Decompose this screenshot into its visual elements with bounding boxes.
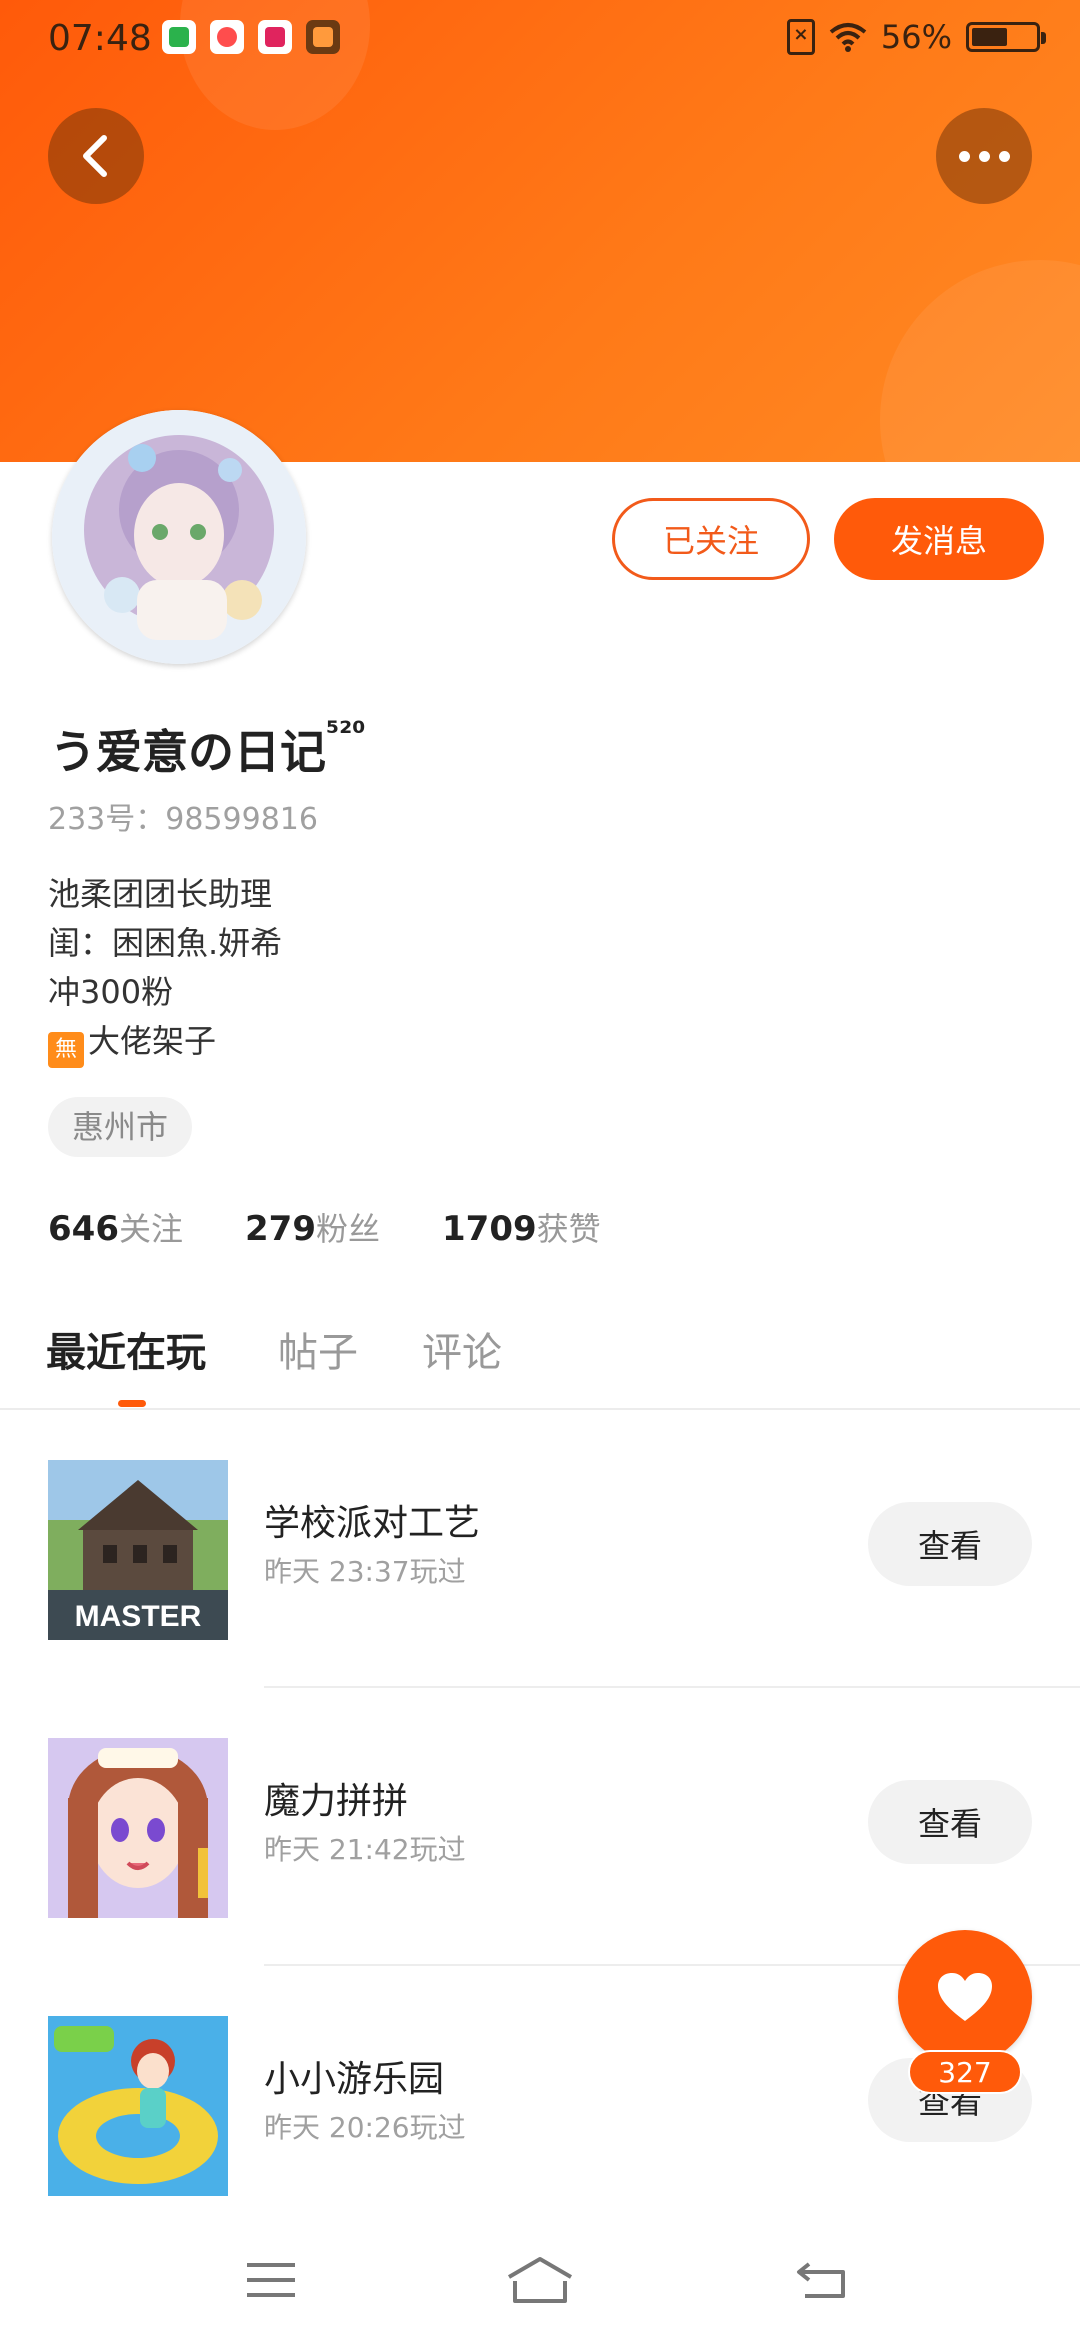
battery-percent: 56% <box>880 18 952 56</box>
view-button[interactable]: 查看 <box>868 1780 1032 1864</box>
bio-line: 池柔团团长助理 <box>48 875 273 913</box>
game-thumbnail <box>48 2016 228 2196</box>
game-title: 学校派对工艺 <box>264 1503 481 1544</box>
active-tab-indicator <box>118 1400 146 1407</box>
list-item[interactable]: MASTER 学校派对工艺 昨天 23:37玩过 查看 <box>0 1410 1080 1688</box>
bio-line: 無大佬架子 <box>48 1017 282 1068</box>
tab-comments[interactable]: 评论 <box>422 1320 502 1378</box>
stat-following[interactable]: 646关注 <box>48 1204 183 1250</box>
menu-button[interactable] <box>236 2250 306 2310</box>
game-title: 魔力拼拼 <box>264 1781 409 1822</box>
system-nav-bar <box>0 2210 1080 2340</box>
stat-followers[interactable]: 279粉丝 <box>245 1204 380 1250</box>
back-button[interactable] <box>48 108 144 204</box>
chevron-left-icon <box>83 135 107 177</box>
game-thumbnail <box>48 1738 228 1918</box>
sim-missing-icon: × <box>786 19 815 55</box>
thumbnail-label: MASTER <box>75 1600 202 1633</box>
list-item[interactable]: 魔力拼拼 昨天 21:42玩过 查看 <box>0 1688 1080 1966</box>
user-id: 233号：98599816 <box>48 802 318 837</box>
profile-tabs: 最近在玩 帖子 评论 <box>0 1310 1080 1410</box>
game-thumbnail: MASTER <box>48 1460 228 1640</box>
home-button[interactable] <box>505 2250 575 2310</box>
game-played-time: 昨天 23:37玩过 <box>264 1555 466 1588</box>
username-suffix: ⁵²⁰ <box>326 716 366 751</box>
game-played-time: 昨天 20:26玩过 <box>264 2111 466 2144</box>
battery-icon <box>966 22 1046 52</box>
bio-badge-icon: 無 <box>48 1032 84 1068</box>
followed-button[interactable]: 已关注 <box>612 498 810 580</box>
profile-stats: 646关注 279粉丝 1709获赞 <box>48 1204 601 1250</box>
send-message-button[interactable]: 发消息 <box>834 498 1044 580</box>
location-tag: 惠州市 <box>48 1097 193 1157</box>
bio-line: 闺：困困魚.妍希 <box>48 924 283 962</box>
heart-icon <box>938 1973 992 2021</box>
game-played-time: 昨天 21:42玩过 <box>264 1833 466 1866</box>
video-app-icon <box>162 20 196 54</box>
tab-posts[interactable]: 帖子 <box>278 1320 358 1378</box>
avatar[interactable] <box>52 410 306 664</box>
more-button[interactable] <box>936 108 1032 204</box>
status-bar: 07:48 × 56% <box>0 0 1080 84</box>
home-icon <box>507 2257 573 2303</box>
bio: 池柔团团长助理 闺：困困魚.妍希 冲300粉 無大佬架子 <box>48 870 282 1068</box>
more-dots-icon <box>958 150 1010 162</box>
like-button[interactable] <box>898 1930 1032 2064</box>
username: う爱意の日记⁵²⁰ <box>50 716 366 779</box>
system-back-button[interactable] <box>788 2250 858 2310</box>
wifi-icon <box>829 23 867 52</box>
game-title: 小小游乐园 <box>264 2059 445 2100</box>
shop-app-icon <box>306 20 340 54</box>
photo-app-icon <box>210 20 244 54</box>
status-time: 07:48 <box>48 18 152 59</box>
menu-icon <box>247 2263 295 2297</box>
stat-likes[interactable]: 1709获赞 <box>442 1204 601 1250</box>
player-app-icon <box>258 20 292 54</box>
like-count-badge: 327 <box>908 2050 1022 2094</box>
bio-line: 冲300粉 <box>48 973 174 1011</box>
view-button[interactable]: 查看 <box>868 1502 1032 1586</box>
back-icon <box>797 2262 845 2298</box>
tab-recently-played[interactable]: 最近在玩 <box>46 1320 206 1378</box>
